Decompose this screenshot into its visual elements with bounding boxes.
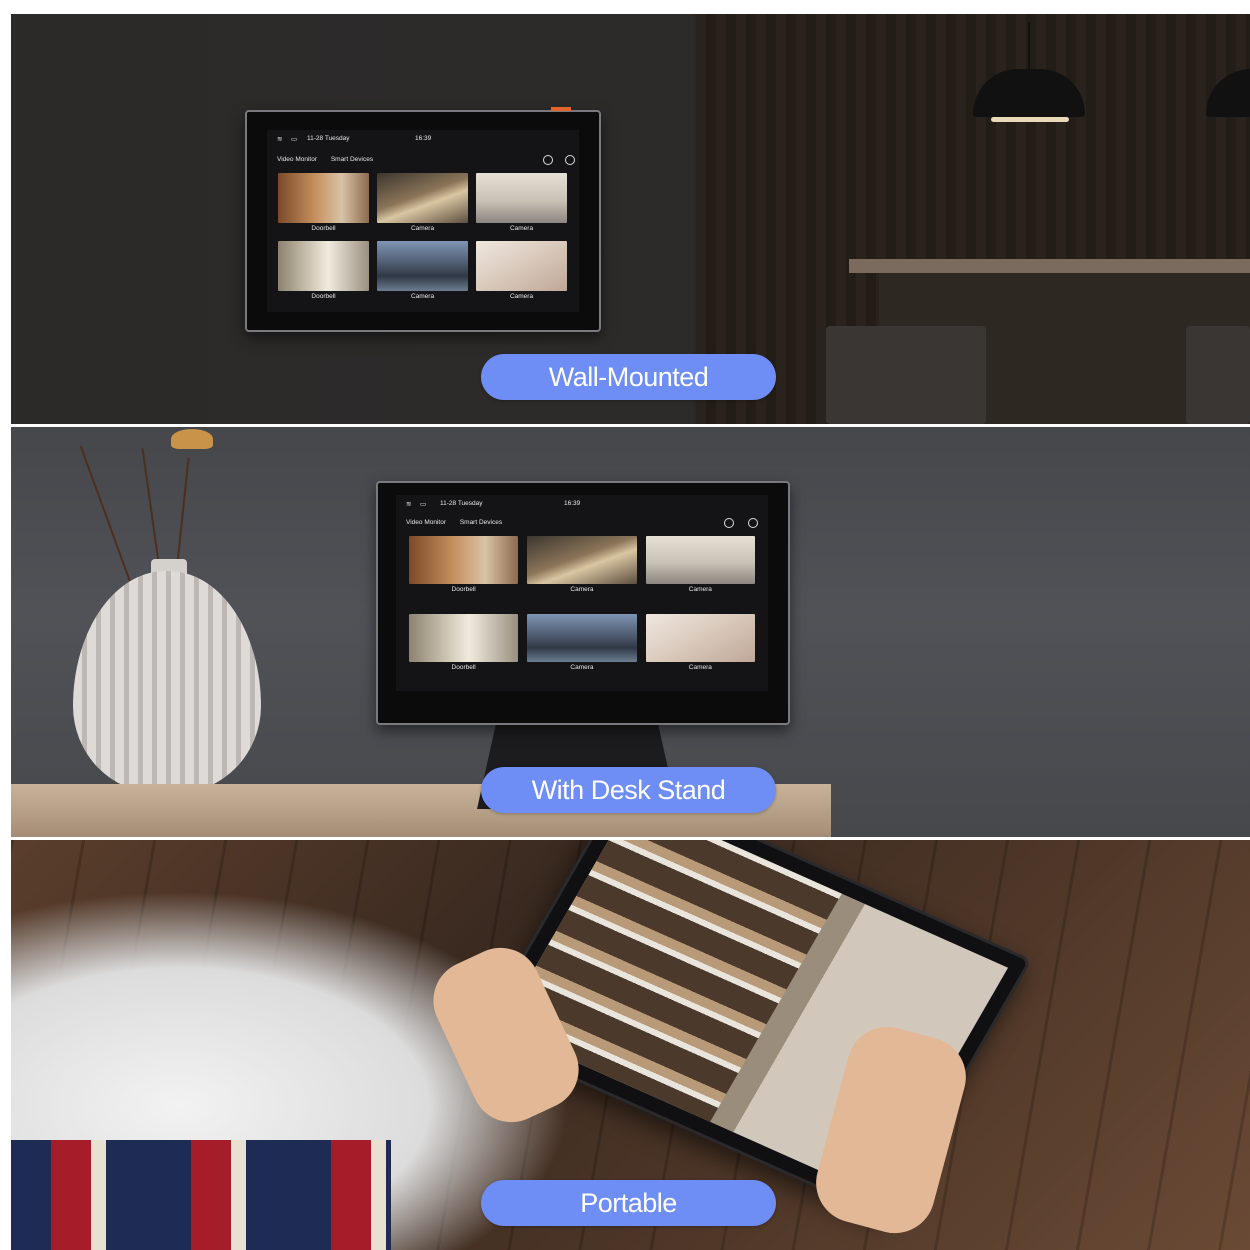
tile-camera[interactable]: Camera [476, 241, 567, 303]
status-time: 16:39 [564, 500, 581, 507]
plaid-shirt [11, 1140, 391, 1250]
wall-mounted-label: Wall-Mounted [481, 354, 776, 400]
tile-label: Doorbell [451, 586, 476, 593]
status-light [551, 107, 571, 111]
tile-thumbnail [527, 614, 637, 662]
portable-label: Portable [481, 1180, 776, 1226]
tile-camera[interactable]: Camera [377, 241, 468, 303]
status-time: 16:39 [415, 135, 432, 142]
pendant-lamp-cord [1028, 22, 1030, 70]
refresh-icon[interactable] [543, 155, 553, 165]
product-collage: ≋ ▭ 11-28 Tuesday 16:39 Video Monitor Sm… [11, 14, 1250, 1250]
tile-thumbnail [409, 536, 519, 584]
tile-doorbell[interactable]: Doorbell [409, 614, 519, 686]
flower [171, 429, 213, 449]
tile-thumbnail [645, 536, 755, 584]
tile-doorbell[interactable]: Doorbell [278, 173, 369, 235]
tile-label: Doorbell [311, 225, 336, 232]
tile-label: Doorbell [311, 293, 336, 300]
tile-doorbell[interactable]: Doorbell [278, 241, 369, 303]
tile-thumbnail [409, 614, 519, 662]
refresh-icon[interactable] [724, 518, 734, 528]
tab-smart-devices[interactable]: Smart Devices [460, 519, 502, 526]
tile-label: Camera [410, 225, 435, 232]
tile-label: Camera [509, 225, 534, 232]
portable-scene: Portable [11, 840, 1250, 1250]
tile-thumbnail [645, 614, 755, 662]
tile-doorbell[interactable]: Doorbell [409, 536, 519, 608]
tile-thumbnail [278, 241, 369, 291]
monitor-screen: ≋ ▭ 11-28 Tuesday 16:39 Video Monitor Sm… [267, 130, 579, 312]
tile-label: Camera [570, 664, 594, 671]
tab-video-monitor[interactable]: Video Monitor [406, 519, 446, 526]
wifi-icon: ≋ [406, 501, 412, 508]
wifi-icon: ≋ [277, 136, 283, 143]
tile-camera[interactable]: Camera [377, 173, 468, 235]
status-date: 11-28 Tuesday [440, 500, 483, 507]
tile-camera[interactable]: Camera [645, 536, 755, 608]
tile-thumbnail [527, 536, 637, 584]
tile-thumbnail [278, 173, 369, 223]
wall-mounted-scene: ≋ ▭ 11-28 Tuesday 16:39 Video Monitor Sm… [11, 14, 1250, 424]
monitor-screen: ≋ ▭ 11-28 Tuesday 16:39 Video Monitor Sm… [396, 495, 768, 691]
tile-label: Camera [410, 293, 435, 300]
settings-icon[interactable] [748, 518, 758, 528]
tab-smart-devices[interactable]: Smart Devices [331, 156, 373, 163]
status-date: 11-28 Tuesday [307, 135, 350, 142]
tile-camera[interactable]: Camera [527, 536, 637, 608]
tile-label: Camera [688, 664, 712, 671]
tab-video-monitor[interactable]: Video Monitor [277, 156, 317, 163]
tile-camera[interactable]: Camera [645, 614, 755, 686]
tile-thumbnail [377, 173, 468, 223]
desk-monitor: ≋ ▭ 11-28 Tuesday 16:39 Video Monitor Sm… [376, 481, 790, 725]
bar-chair [1186, 326, 1250, 424]
battery-icon: ▭ [420, 501, 427, 508]
desk-stand-scene: ≋ ▭ 11-28 Tuesday 16:39 Video Monitor Sm… [11, 427, 1250, 837]
flower-stem [79, 445, 133, 588]
tile-label: Camera [570, 586, 594, 593]
vase [73, 571, 261, 793]
wall-monitor: ≋ ▭ 11-28 Tuesday 16:39 Video Monitor Sm… [245, 107, 601, 332]
tile-thumbnail [476, 241, 567, 291]
desk-stand-label: With Desk Stand [481, 767, 776, 813]
tile-label: Camera [509, 293, 534, 300]
battery-icon: ▭ [291, 136, 298, 143]
lamp-glow [991, 117, 1069, 122]
tile-camera[interactable]: Camera [476, 173, 567, 235]
bar-chair [826, 326, 986, 424]
tile-label: Camera [688, 586, 712, 593]
settings-icon[interactable] [565, 155, 575, 165]
tile-thumbnail [377, 241, 468, 291]
tile-label: Doorbell [451, 664, 476, 671]
tile-thumbnail [476, 173, 567, 223]
kitchen-counter [849, 259, 1250, 273]
tile-camera[interactable]: Camera [527, 614, 637, 686]
